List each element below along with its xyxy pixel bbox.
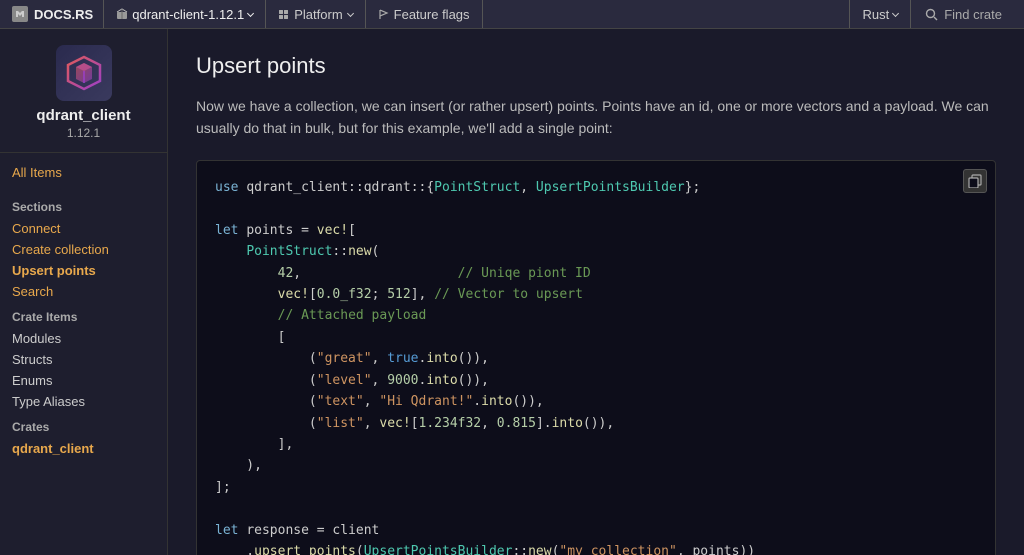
- topnav-right: Rust Find crate: [849, 0, 1016, 28]
- language-selector[interactable]: Rust: [849, 0, 910, 28]
- find-crate-search[interactable]: Find crate: [910, 0, 1016, 28]
- sidebar-item-enums[interactable]: Enums: [0, 370, 167, 391]
- sidebar-crate-version: 1.12.1: [67, 126, 100, 140]
- crate-dropdown-chevron: [247, 9, 254, 16]
- sidebar-crate-info: qdrant_client 1.12.1: [0, 45, 167, 153]
- sidebar-crate-name: qdrant_client: [36, 107, 130, 124]
- crate-items-title: Crate Items: [0, 302, 167, 328]
- language-label: Rust: [862, 7, 889, 22]
- main-layout: qdrant_client 1.12.1 All Items Sections …: [0, 29, 1024, 555]
- copy-code-button[interactable]: [963, 169, 987, 193]
- docs-rs-logo[interactable]: DOCS.RS: [8, 0, 104, 28]
- sidebar-all-items-link[interactable]: All Items: [0, 161, 167, 184]
- content-area: Upsert points Now we have a collection, …: [168, 29, 1024, 555]
- sections-title: Sections: [0, 192, 167, 218]
- crate-logo: [56, 45, 112, 101]
- docs-rs-label: DOCS.RS: [34, 7, 93, 22]
- crate-selector[interactable]: qdrant-client-1.12.1: [104, 0, 266, 28]
- platform-icon: [278, 9, 289, 20]
- language-chevron: [892, 9, 899, 16]
- code-block-upsert: use qdrant_client::qdrant::{PointStruct,…: [196, 160, 996, 555]
- topnav: DOCS.RS qdrant-client-1.12.1 Platform Fe…: [0, 0, 1024, 29]
- sidebar-item-type-aliases[interactable]: Type Aliases: [0, 391, 167, 412]
- page-description: Now we have a collection, we can insert …: [196, 95, 996, 140]
- platform-button[interactable]: Platform: [266, 0, 365, 28]
- sidebar: qdrant_client 1.12.1 All Items Sections …: [0, 29, 168, 555]
- sidebar-item-upsert-points[interactable]: Upsert points: [0, 260, 167, 281]
- crate-name-label: qdrant-client-1.12.1: [132, 7, 244, 22]
- platform-label: Platform: [294, 7, 342, 22]
- flag-icon: [378, 9, 389, 20]
- search-icon: [925, 8, 938, 21]
- docs-rs-icon: [12, 6, 28, 22]
- crates-title: Crates: [0, 412, 167, 438]
- sidebar-item-connect[interactable]: Connect: [0, 218, 167, 239]
- sidebar-item-qdrant-client[interactable]: qdrant_client: [0, 438, 167, 459]
- sidebar-item-structs[interactable]: Structs: [0, 349, 167, 370]
- sidebar-item-create-collection[interactable]: Create collection: [0, 239, 167, 260]
- crate-logo-svg: [64, 53, 104, 93]
- sidebar-item-search[interactable]: Search: [0, 281, 167, 302]
- code-content: use qdrant_client::qdrant::{PointStruct,…: [215, 177, 977, 555]
- page-title: Upsert points: [196, 53, 996, 79]
- platform-chevron: [347, 9, 354, 16]
- feature-flags-label: Feature flags: [394, 7, 470, 22]
- feature-flags-button[interactable]: Feature flags: [366, 0, 483, 28]
- sidebar-item-modules[interactable]: Modules: [0, 328, 167, 349]
- crate-icon: [116, 8, 128, 20]
- find-crate-label: Find crate: [944, 7, 1002, 22]
